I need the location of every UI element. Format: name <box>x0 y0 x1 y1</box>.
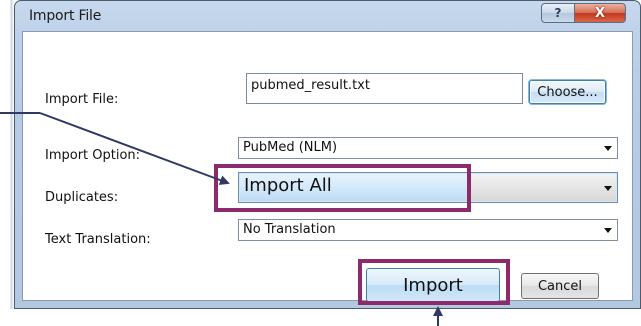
arrow-to-duplicates <box>39 112 230 185</box>
annotation-arrows <box>0 112 443 326</box>
